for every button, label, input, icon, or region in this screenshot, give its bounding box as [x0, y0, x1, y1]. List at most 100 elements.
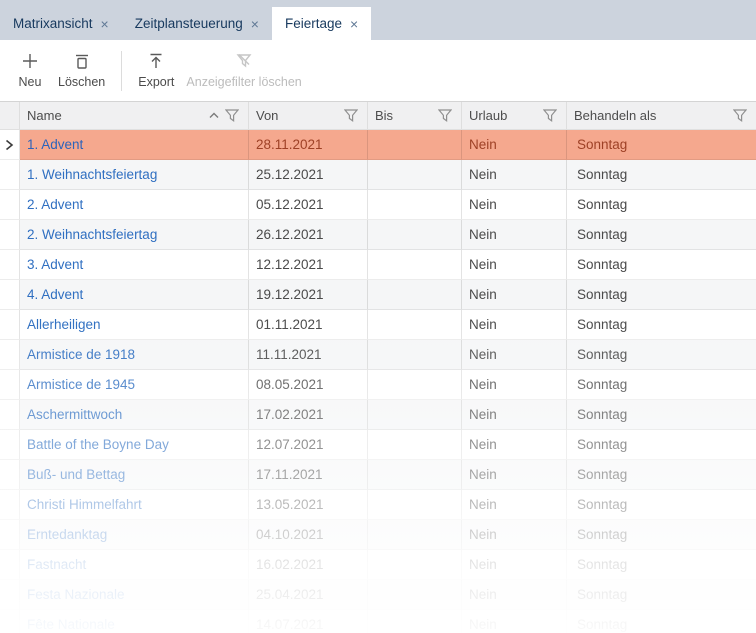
table-row[interactable]: 4. Advent 19.12.2021 Nein Sonntag — [0, 280, 756, 310]
table-row[interactable]: Festa Nazionale 25.04.2021 Nein Sonntag — [0, 580, 756, 610]
row-selector[interactable] — [0, 160, 20, 190]
cell-behandeln-als[interactable]: Sonntag — [567, 310, 756, 340]
table-row[interactable]: Armistice de 1918 11.11.2021 Nein Sonnta… — [0, 340, 756, 370]
cell-name[interactable]: Battle of the Boyne Day — [20, 430, 249, 460]
cell-von[interactable]: 01.11.2021 — [249, 310, 368, 340]
row-selector[interactable] — [0, 130, 20, 160]
column-header-von[interactable]: Von — [249, 102, 368, 129]
tab-close-icon[interactable]: × — [350, 17, 358, 31]
cell-bis[interactable] — [368, 190, 462, 220]
cell-bis[interactable] — [368, 460, 462, 490]
cell-name[interactable]: 1. Weihnachtsfeiertag — [20, 160, 249, 190]
row-selector[interactable] — [0, 520, 20, 550]
cell-name[interactable]: Christi Himmelfahrt — [20, 490, 249, 520]
row-selector[interactable] — [0, 580, 20, 610]
cell-bis[interactable] — [368, 520, 462, 550]
cell-bis[interactable] — [368, 160, 462, 190]
cell-bis[interactable] — [368, 250, 462, 280]
table-row[interactable]: Erntedanktag 04.10.2021 Nein Sonntag — [0, 520, 756, 550]
table-row[interactable]: Fête Nationale 14.07.2021 Nein Sonntag — [0, 610, 756, 633]
cell-bis[interactable] — [368, 580, 462, 610]
cell-bis[interactable] — [368, 430, 462, 460]
cell-urlaub[interactable]: Nein — [462, 340, 567, 370]
cell-name[interactable]: 1. Advent — [20, 130, 249, 160]
cell-urlaub[interactable]: Nein — [462, 610, 567, 633]
row-selector[interactable] — [0, 250, 20, 280]
cell-urlaub[interactable]: Nein — [462, 130, 567, 160]
cell-behandeln-als[interactable]: Sonntag — [567, 160, 756, 190]
row-selector[interactable] — [0, 280, 20, 310]
cell-von[interactable]: 26.12.2021 — [249, 220, 368, 250]
row-selector[interactable] — [0, 340, 20, 370]
table-row[interactable]: Allerheiligen 01.11.2021 Nein Sonntag — [0, 310, 756, 340]
cell-name[interactable]: Erntedanktag — [20, 520, 249, 550]
table-row[interactable]: Buß- und Bettag 17.11.2021 Nein Sonntag — [0, 460, 756, 490]
table-row[interactable]: 2. Weihnachtsfeiertag 26.12.2021 Nein So… — [0, 220, 756, 250]
cell-bis[interactable] — [368, 370, 462, 400]
cell-urlaub[interactable]: Nein — [462, 430, 567, 460]
cell-von[interactable]: 05.12.2021 — [249, 190, 368, 220]
funnel-icon[interactable] — [543, 109, 557, 122]
tab-close-icon[interactable]: × — [251, 17, 259, 31]
table-row[interactable]: 1. Advent 28.11.2021 Nein Sonntag — [0, 130, 756, 160]
funnel-icon[interactable] — [225, 109, 239, 122]
clear-display-filter-button[interactable]: Anzeigefilter löschen — [180, 52, 307, 89]
table-row[interactable]: 1. Weihnachtsfeiertag 25.12.2021 Nein So… — [0, 160, 756, 190]
cell-urlaub[interactable]: Nein — [462, 580, 567, 610]
row-selector[interactable] — [0, 220, 20, 250]
cell-urlaub[interactable]: Nein — [462, 550, 567, 580]
cell-bis[interactable] — [368, 310, 462, 340]
row-selector[interactable] — [0, 400, 20, 430]
row-selector[interactable] — [0, 190, 20, 220]
funnel-icon[interactable] — [344, 109, 358, 122]
cell-name[interactable]: Aschermittwoch — [20, 400, 249, 430]
row-selector[interactable] — [0, 460, 20, 490]
row-selector[interactable] — [0, 550, 20, 580]
cell-von[interactable]: 25.12.2021 — [249, 160, 368, 190]
row-selector[interactable] — [0, 490, 20, 520]
column-header-behandeln-als[interactable]: Behandeln als — [567, 102, 756, 129]
cell-bis[interactable] — [368, 340, 462, 370]
cell-behandeln-als[interactable]: Sonntag — [567, 220, 756, 250]
cell-name[interactable]: Armistice de 1945 — [20, 370, 249, 400]
cell-behandeln-als[interactable]: Sonntag — [567, 490, 756, 520]
cell-von[interactable]: 16.02.2021 — [249, 550, 368, 580]
cell-behandeln-als[interactable]: Sonntag — [567, 430, 756, 460]
table-row[interactable]: Fastnacht 16.02.2021 Nein Sonntag — [0, 550, 756, 580]
cell-name[interactable]: Buß- und Bettag — [20, 460, 249, 490]
column-header-bis[interactable]: Bis — [368, 102, 462, 129]
cell-urlaub[interactable]: Nein — [462, 370, 567, 400]
cell-name[interactable]: Armistice de 1918 — [20, 340, 249, 370]
cell-urlaub[interactable]: Nein — [462, 490, 567, 520]
cell-bis[interactable] — [368, 400, 462, 430]
cell-behandeln-als[interactable]: Sonntag — [567, 280, 756, 310]
cell-von[interactable]: 11.11.2021 — [249, 340, 368, 370]
cell-behandeln-als[interactable]: Sonntag — [567, 550, 756, 580]
column-header-name[interactable]: Name — [20, 102, 249, 129]
cell-urlaub[interactable]: Nein — [462, 250, 567, 280]
export-button[interactable]: Export — [132, 52, 180, 89]
table-row[interactable]: Battle of the Boyne Day 12.07.2021 Nein … — [0, 430, 756, 460]
cell-urlaub[interactable]: Nein — [462, 160, 567, 190]
cell-name[interactable]: Festa Nazionale — [20, 580, 249, 610]
row-selector[interactable] — [0, 370, 20, 400]
row-selector[interactable] — [0, 610, 20, 633]
cell-von[interactable]: 08.05.2021 — [249, 370, 368, 400]
column-header-urlaub[interactable]: Urlaub — [462, 102, 567, 129]
row-selector[interactable] — [0, 310, 20, 340]
cell-von[interactable]: 17.02.2021 — [249, 400, 368, 430]
cell-von[interactable]: 14.07.2021 — [249, 610, 368, 633]
cell-urlaub[interactable]: Nein — [462, 190, 567, 220]
cell-name[interactable]: Fastnacht — [20, 550, 249, 580]
cell-urlaub[interactable]: Nein — [462, 280, 567, 310]
cell-bis[interactable] — [368, 610, 462, 633]
cell-urlaub[interactable]: Nein — [462, 400, 567, 430]
table-row[interactable]: Christi Himmelfahrt 13.05.2021 Nein Sonn… — [0, 490, 756, 520]
table-row[interactable]: 3. Advent 12.12.2021 Nein Sonntag — [0, 250, 756, 280]
cell-name[interactable]: 2. Advent — [20, 190, 249, 220]
funnel-icon[interactable] — [733, 109, 747, 122]
cell-urlaub[interactable]: Nein — [462, 520, 567, 550]
cell-name[interactable]: Fête Nationale — [20, 610, 249, 633]
cell-urlaub[interactable]: Nein — [462, 310, 567, 340]
cell-name[interactable]: 4. Advent — [20, 280, 249, 310]
